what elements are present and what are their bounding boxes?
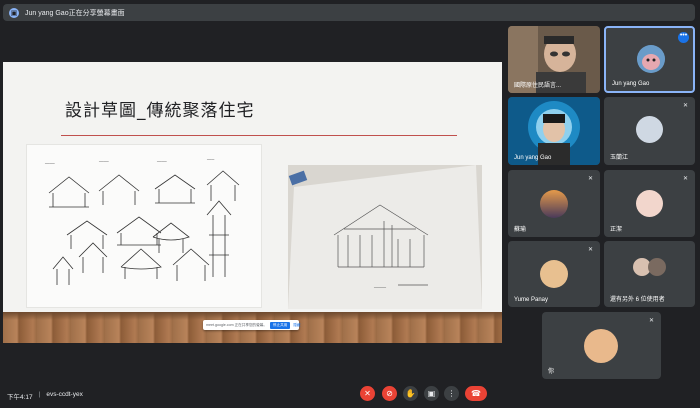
participant-tile[interactable]: Jun yang Gao <box>508 97 600 165</box>
shared-screen[interactable]: 設計草圖_傳統聚落住宅 ──── ──── ──── ─── ──── <box>3 62 502 343</box>
meeting-info: 下午4:17 | evs-ccdt-yex <box>7 391 83 401</box>
slide-floor-shadow <box>3 312 502 320</box>
hand-icon[interactable]: ✋ <box>403 386 418 401</box>
hide-share-bar-button[interactable]: 隱藏 <box>293 323 300 328</box>
slide-title-rule <box>61 135 457 136</box>
participant-name: Jun yang Gao <box>514 155 552 161</box>
participant-tile[interactable]: ••• Jun yang Gao <box>604 26 695 93</box>
participant-name: 玉蘭江 <box>610 155 629 161</box>
svg-text:────: ──── <box>156 159 167 164</box>
sketch-photo-paper: ──── <box>288 165 482 309</box>
avatar <box>648 258 666 276</box>
mic-off-icon: ✕ <box>587 176 594 182</box>
participant-name: Yume Panay <box>514 297 549 303</box>
participant-tile[interactable]: ✕ 正潔 <box>604 170 695 237</box>
camera-off-icon[interactable]: ⊘ <box>382 386 397 401</box>
present-icon[interactable]: ▣ <box>424 386 439 401</box>
participant-name: 正潔 <box>610 227 623 233</box>
present-screen-icon: ▣ <box>9 7 19 18</box>
mic-off-icon: ✕ <box>648 318 655 324</box>
more-options-icon[interactable]: ••• <box>678 32 689 43</box>
participant-name: 還有另外 6 位使用者 <box>610 297 665 303</box>
info-separator: | <box>38 391 41 398</box>
participant-tile[interactable]: ✕ 蘇瑜 <box>508 170 600 237</box>
svg-text:────: ──── <box>373 285 387 291</box>
avatar <box>540 260 568 288</box>
svg-text:────: ──── <box>98 159 109 164</box>
participant-name: 蘇瑜 <box>514 227 527 233</box>
participant-tile[interactable]: 國際原住民語言... <box>508 26 600 93</box>
participant-tile[interactable]: ✕ 玉蘭江 <box>604 97 695 165</box>
share-bar-text: meet.google.com 正在共享您的螢幕。 <box>206 322 267 327</box>
more-vert-icon[interactable]: ⋮ <box>444 386 459 401</box>
mic-off-icon: ✕ <box>587 247 594 253</box>
avatar <box>637 45 665 73</box>
participant-group-tile[interactable]: 還有另外 6 位使用者 <box>604 241 695 307</box>
slide-title: 設計草圖_傳統聚落住宅 <box>65 101 255 121</box>
avatar <box>540 190 568 218</box>
screen-share-bar: meet.google.com 正在共享您的螢幕。 停止共用 隱藏 <box>203 320 300 330</box>
mic-off-icon: ✕ <box>682 176 689 182</box>
avatar <box>636 116 663 143</box>
meeting-code: evs-ccdt-yex <box>46 391 83 398</box>
mic-off-icon: ✕ <box>682 103 689 109</box>
participant-tile[interactable]: ✕ Yume Panay <box>508 241 600 307</box>
presenter-label: Jun yang Gao正在分享螢幕畫面 <box>25 9 125 17</box>
mic-off-icon[interactable]: ✕ <box>360 386 375 401</box>
participant-name: Jun yang Gao <box>612 81 650 87</box>
presenter-banner: ▣ Jun yang Gao正在分享螢幕畫面 <box>3 4 695 21</box>
avatar <box>636 190 663 217</box>
participant-name: 你 <box>548 369 555 375</box>
stop-sharing-button[interactable]: 停止共用 <box>269 321 291 329</box>
hangup-icon[interactable]: ☎ <box>465 386 487 401</box>
clock-time: 下午4:17 <box>7 394 33 401</box>
svg-text:────: ──── <box>44 161 55 166</box>
participant-name: 國際原住民語言... <box>514 83 562 89</box>
svg-text:───: ─── <box>206 157 215 162</box>
self-tile[interactable]: ✕ 你 <box>542 312 661 379</box>
sketch-image-houses: ──── ──── ──── ─── <box>26 144 262 308</box>
avatar <box>584 329 618 363</box>
